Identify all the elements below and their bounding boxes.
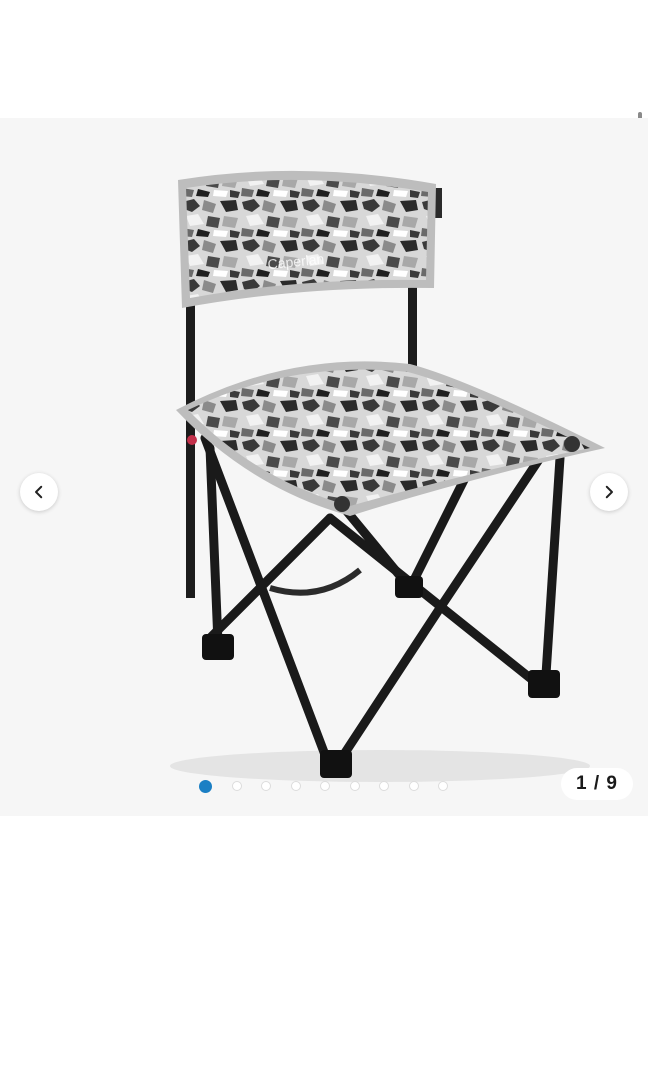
pagination-dot-5[interactable]: [320, 781, 330, 791]
previous-image-button[interactable]: [20, 473, 58, 511]
pagination-dot-3[interactable]: [261, 781, 271, 791]
pagination-dot-8[interactable]: [408, 781, 419, 791]
chevron-right-icon: [605, 485, 613, 499]
pagination-dot-9[interactable]: [438, 781, 448, 791]
pagination-dot-2[interactable]: [231, 781, 242, 791]
pagination-dot-1[interactable]: [199, 779, 212, 793]
pagination-dot-4[interactable]: [290, 781, 301, 791]
chevron-left-icon: [35, 485, 43, 499]
pagination-dot-7[interactable]: [379, 781, 389, 791]
image-gallery[interactable]: Caperlan 1 / 9: [0, 118, 648, 816]
pagination-dots: [199, 779, 468, 793]
next-image-button[interactable]: [590, 473, 628, 511]
image-counter: 1 / 9: [561, 768, 633, 800]
product-image: Caperlan: [170, 170, 605, 782]
pagination-dot-6[interactable]: [349, 781, 360, 791]
page: Caperlan 1 / 9: [0, 0, 648, 1080]
